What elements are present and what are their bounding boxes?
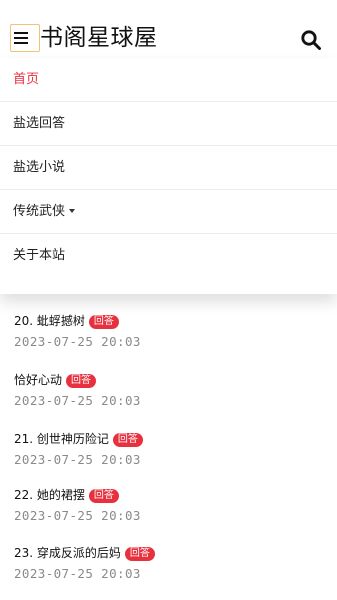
entry-title[interactable]: 21. 创世神历险记	[14, 432, 109, 446]
entry-title[interactable]: 22. 她的裙摆	[14, 488, 85, 502]
search-button[interactable]	[300, 29, 322, 51]
category-badge[interactable]: 回答	[124, 547, 155, 561]
category-badge[interactable]: 回答	[88, 489, 119, 503]
nav-item-label: 关于本站	[13, 248, 66, 263]
entry-date: 2023-07-25 20:03	[14, 452, 141, 467]
hamburger-icon-bar	[14, 42, 28, 45]
nav-item-label: 盐选回答	[13, 116, 66, 131]
hamburger-icon-bar	[14, 37, 28, 40]
nav-item-wuxia[interactable]: 传统武侠	[0, 190, 337, 234]
nav-item-home[interactable]: 首页	[0, 58, 337, 102]
entry-date: 2023-07-25 20:03	[14, 508, 141, 523]
list-item[interactable]: 23. 穿成反派的后妈 回答 2023-07-25 20:03	[14, 544, 324, 583]
entry-title-row: 20. 蚍蜉撼树 回答	[14, 312, 324, 330]
nav-item-yanxuan-answers[interactable]: 盐选回答	[0, 102, 337, 146]
entry-title[interactable]: 恰好心动	[14, 373, 62, 387]
category-badge[interactable]: 回答	[88, 315, 119, 329]
category-badge[interactable]: 回答	[112, 433, 143, 447]
entry-title-row: 22. 她的裙摆 回答	[14, 486, 324, 504]
list-item[interactable]: 恰好心动 回答 2023-07-25 20:03	[14, 371, 324, 410]
site-header: 书阁星球屋	[0, 0, 337, 58]
nav-item-label: 盐选小说	[13, 160, 66, 175]
nav-dropdown-menu: 首页 盐选回答 盐选小说 传统武侠 关于本站	[0, 58, 337, 294]
site-title[interactable]: 书阁星球屋	[40, 23, 158, 53]
menu-toggle-button[interactable]	[10, 24, 40, 52]
entry-title-row: 恰好心动 回答	[14, 371, 324, 389]
entry-title[interactable]: 23. 穿成反派的后妈	[14, 546, 121, 560]
search-icon	[301, 30, 321, 50]
list-item[interactable]: 21. 创世神历险记 回答 2023-07-25 20:03	[14, 430, 324, 469]
list-item[interactable]: 22. 她的裙摆 回答 2023-07-25 20:03	[14, 486, 324, 525]
nav-item-label: 首页	[13, 72, 40, 87]
entry-date: 2023-07-25 20:03	[14, 393, 141, 408]
nav-item-label: 传统武侠	[13, 204, 66, 219]
entry-title-row: 23. 穿成反派的后妈 回答	[14, 544, 324, 562]
category-badge[interactable]: 回答	[66, 374, 97, 388]
caret-down-icon	[69, 208, 76, 213]
hamburger-icon	[14, 32, 28, 35]
entry-title[interactable]: 20. 蚍蜉撼树	[14, 314, 85, 328]
list-item[interactable]: 20. 蚍蜉撼树 回答 2023-07-25 20:03	[14, 312, 324, 351]
nav-item-yanxuan-novels[interactable]: 盐选小说	[0, 146, 337, 190]
entry-title-row: 21. 创世神历险记 回答	[14, 430, 324, 448]
entry-date: 2023-07-25 20:03	[14, 566, 141, 581]
entry-date: 2023-07-25 20:03	[14, 334, 141, 349]
nav-item-about[interactable]: 关于本站	[0, 234, 337, 278]
